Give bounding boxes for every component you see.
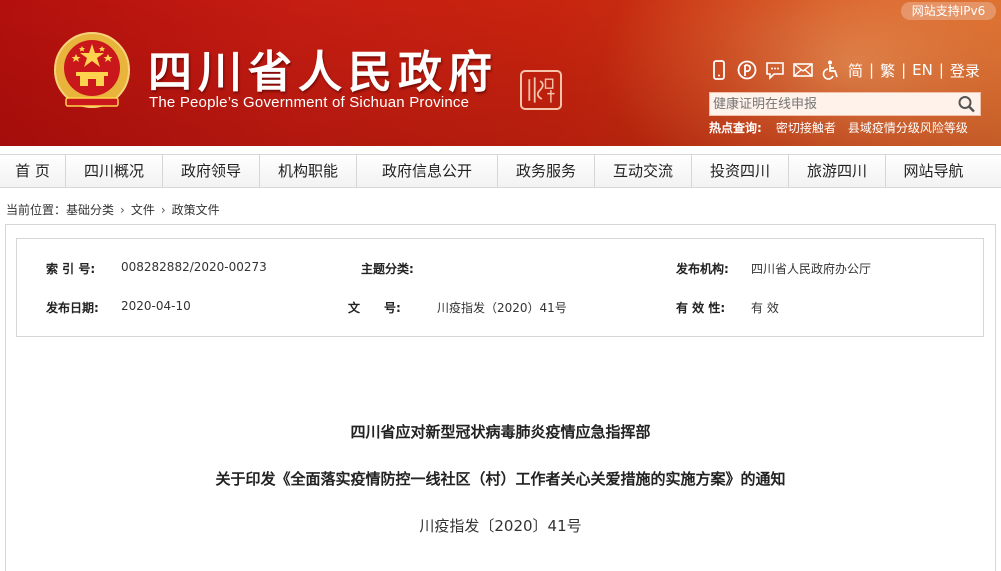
site-title: 四川省人民政府 bbox=[148, 47, 498, 98]
site-subtitle: The People’s Government of Sichuan Provi… bbox=[149, 94, 470, 111]
lang-separator: | bbox=[901, 61, 907, 79]
document-metadata: 索 引 号: 008282882/2020-00273 主题分类: 发布机构: … bbox=[16, 238, 984, 337]
topic-category-label: 主题分类: bbox=[361, 262, 414, 276]
site-header-banner: 四川省人民政府 The People’s Government of Sichu… bbox=[0, 0, 1001, 146]
login-link[interactable]: 登录 bbox=[950, 60, 980, 81]
publish-date-value: 2020-04-10 bbox=[121, 299, 191, 313]
breadcrumb-prefix: 当前位置： bbox=[6, 203, 67, 217]
weibo-icon[interactable] bbox=[736, 59, 758, 81]
search-input[interactable] bbox=[710, 96, 950, 112]
lang-separator: | bbox=[869, 61, 875, 79]
header-tools: 简 | 繁 | EN | 登录 bbox=[708, 58, 980, 82]
search-box bbox=[709, 92, 981, 116]
nav-item-site-map[interactable]: 网站导航 bbox=[886, 154, 981, 188]
metadata-row: 索 引 号: 008282882/2020-00273 主题分类: 发布机构: … bbox=[17, 260, 985, 280]
national-emblem-icon[interactable] bbox=[52, 30, 132, 114]
nav-item-institutions[interactable]: 机构职能 bbox=[260, 154, 357, 188]
nav-item-interaction[interactable]: 互动交流 bbox=[595, 154, 692, 188]
nav-item-home[interactable]: 首 页 bbox=[0, 154, 66, 188]
issuing-agency-value: 四川省人民政府办公厅 bbox=[751, 262, 872, 276]
ipv6-badge: 网站支持IPv6 bbox=[901, 2, 996, 20]
chevron-right-icon: › bbox=[120, 202, 125, 217]
accessibility-icon[interactable] bbox=[820, 59, 842, 81]
metadata-row: 发布日期: 2020-04-10 文 号: 川疫指发（2020）41号 有 效 … bbox=[17, 299, 985, 319]
hot-link-risk-levels[interactable]: 县域疫情分级风险等级 bbox=[848, 119, 968, 136]
hot-link-close-contacts[interactable]: 密切接触者 bbox=[776, 119, 836, 136]
traditional-chinese-link[interactable]: 繁 bbox=[880, 60, 895, 81]
nav-item-sichuan-overview[interactable]: 四川概况 bbox=[66, 154, 163, 188]
nav-item-government-services[interactable]: 政务服务 bbox=[498, 154, 595, 188]
mail-icon[interactable] bbox=[792, 59, 814, 81]
lang-separator: | bbox=[938, 61, 944, 79]
document-number: 川疫指发〔2020〕41号 bbox=[419, 517, 582, 535]
nav-item-info-disclosure[interactable]: 政府信息公开 bbox=[357, 154, 498, 188]
simplified-chinese-link[interactable]: 简 bbox=[848, 60, 863, 81]
breadcrumb-item-basic-category[interactable]: 基础分类 bbox=[66, 201, 114, 218]
document-number-value: 川疫指发（2020）41号 bbox=[437, 301, 567, 315]
nav-item-travel-sichuan[interactable]: 旅游四川 bbox=[789, 154, 886, 188]
breadcrumb: 当前位置： 基础分类 › 文件 › 政策文件 bbox=[6, 201, 220, 218]
main-nav: 首 页 四川概况 政府领导 机构职能 政府信息公开 政务服务 互动交流 投资四川… bbox=[0, 154, 1001, 188]
index-number-value: 008282882/2020-00273 bbox=[121, 260, 267, 274]
mobile-icon[interactable] bbox=[708, 59, 730, 81]
hot-queries: 热点查询: 密切接触者 县域疫情分级风险等级 bbox=[709, 119, 980, 136]
wechat-icon[interactable] bbox=[764, 59, 786, 81]
chevron-right-icon: › bbox=[160, 202, 166, 217]
search-icon[interactable] bbox=[956, 94, 978, 114]
nav-item-government-leaders[interactable]: 政府领导 bbox=[163, 154, 260, 188]
document-title: 关于印发《全面落实疫情防控一线社区（村）工作者关心关爱措施的实施方案》的通知 bbox=[215, 470, 786, 488]
hot-queries-label: 热点查询: bbox=[709, 121, 762, 135]
validity-label: 有 效 性: bbox=[676, 301, 726, 315]
publish-date-label: 发布日期: bbox=[46, 301, 99, 315]
issuing-agency-label: 发布机构: bbox=[676, 262, 729, 276]
english-link[interactable]: EN bbox=[912, 61, 933, 79]
calligraphy-seal-icon bbox=[520, 70, 562, 110]
nav-item-invest-sichuan[interactable]: 投资四川 bbox=[692, 154, 789, 188]
document-number-label: 文 号: bbox=[348, 301, 401, 315]
validity-value: 有 效 bbox=[751, 301, 779, 315]
index-number-label: 索 引 号: bbox=[46, 262, 96, 276]
breadcrumb-item-documents[interactable]: 文件 bbox=[131, 201, 155, 218]
breadcrumb-item-policy-documents[interactable]: 政策文件 bbox=[172, 201, 220, 218]
document-issuer-line: 四川省应对新型冠状病毒肺炎疫情应急指挥部 bbox=[350, 423, 651, 441]
